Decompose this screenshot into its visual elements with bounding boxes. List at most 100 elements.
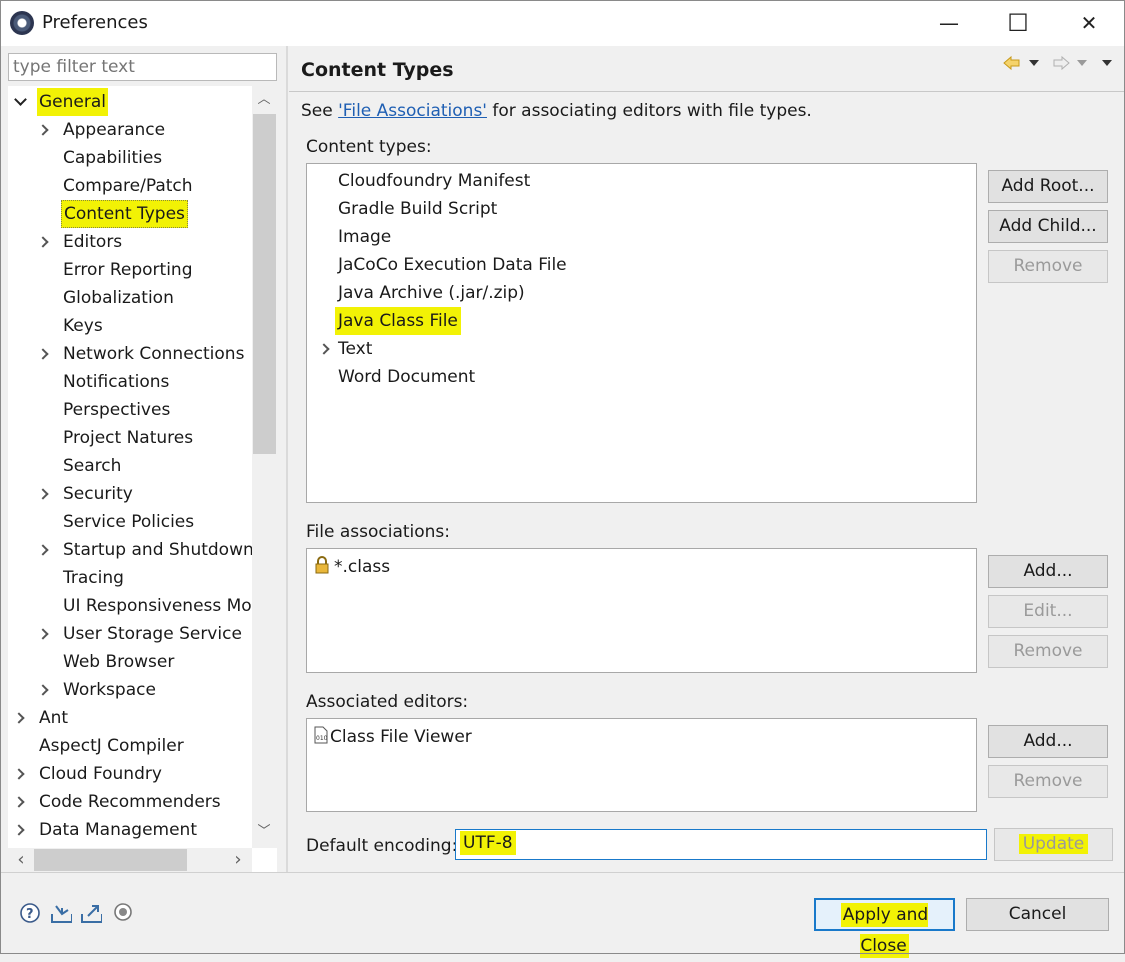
expand-chevron-icon[interactable] — [38, 236, 50, 248]
default-encoding-label: Default encoding: — [306, 836, 458, 856]
forward-dropdown-icon[interactable] — [1076, 58, 1088, 68]
svg-text:?: ? — [26, 907, 34, 922]
tree-item-label: Ant — [39, 708, 69, 728]
content-type-label: Cloudfoundry Manifest — [338, 171, 531, 191]
tree-item-label: Editors — [63, 232, 123, 252]
filter-input[interactable] — [8, 53, 277, 81]
expand-chevron-icon[interactable] — [38, 488, 50, 500]
associated-editor-item[interactable]: Class File Viewer — [330, 723, 472, 751]
apply-and-close-label: Apply and Close — [840, 903, 929, 958]
scroll-up-arrow-icon[interactable]: ︿ — [252, 88, 276, 112]
file-association-item[interactable]: *.class — [334, 553, 390, 581]
tree-item-label: Compare/Patch — [63, 176, 193, 196]
content-type-item[interactable]: Java Class File — [317, 307, 917, 335]
import-icon[interactable] — [50, 902, 72, 924]
file-associations-link[interactable]: 'File Associations' — [338, 101, 487, 121]
preference-tree[interactable]: General Appearance Capabilities Compare/Pat… — [8, 86, 277, 872]
close-button[interactable]: ✕ — [1066, 6, 1112, 40]
content-type-item[interactable]: Gradle Build Script — [317, 195, 917, 223]
expand-chevron-icon[interactable] — [38, 348, 50, 360]
edit-file-association-button[interactable]: Edit... — [988, 595, 1108, 628]
update-encoding-button[interactable]: Update — [994, 828, 1113, 861]
expand-chevron-icon[interactable] — [38, 684, 50, 696]
back-arrow-icon[interactable] — [1003, 55, 1021, 71]
cancel-button[interactable]: Cancel — [966, 898, 1109, 931]
tree-item-label: Project Natures — [63, 428, 194, 448]
content-type-item[interactable]: Text — [317, 335, 917, 363]
tree-item-label: Workspace — [63, 680, 156, 700]
page-title: Content Types — [301, 59, 454, 81]
default-encoding-input[interactable]: UTF-8 — [455, 829, 987, 860]
header-separator — [289, 91, 1125, 92]
panel-divider[interactable] — [286, 46, 288, 872]
remove-content-type-button[interactable]: Remove — [988, 250, 1108, 283]
add-editor-button[interactable]: Add... — [988, 725, 1108, 758]
tree-item-label: Startup and Shutdown — [63, 540, 254, 560]
content-type-label: Gradle Build Script — [338, 199, 498, 219]
scroll-down-arrow-icon[interactable]: ﹀ — [252, 820, 276, 844]
content-type-label: JaCoCo Execution Data File — [338, 255, 567, 275]
description-prefix: See — [301, 101, 339, 121]
page-description: See 'File Associations' for associating … — [301, 101, 812, 121]
update-button-label: Update — [1018, 834, 1089, 854]
export-icon[interactable] — [80, 902, 102, 924]
tree-item-label: Service Policies — [63, 512, 195, 532]
eclipse-app-icon — [10, 11, 34, 35]
add-file-association-button[interactable]: Add... — [988, 555, 1108, 588]
associated-editors-list[interactable]: 010 Class File Viewer — [306, 718, 977, 812]
expand-chevron-icon[interactable] — [14, 768, 26, 780]
tree-vertical-scroll-thumb[interactable] — [253, 114, 276, 454]
remove-file-association-button[interactable]: Remove — [988, 635, 1108, 668]
tree-item-label: Tracing — [63, 568, 124, 588]
svg-text:010: 010 — [316, 735, 328, 742]
associated-editors-label: Associated editors: — [306, 692, 469, 712]
expand-chevron-icon[interactable] — [14, 824, 26, 836]
maximize-button[interactable]: ☐ — [995, 6, 1041, 40]
content-type-item[interactable]: Java Archive (.jar/.zip) — [317, 279, 917, 307]
record-icon[interactable] — [113, 902, 135, 924]
expand-chevron-icon[interactable] — [38, 544, 50, 556]
tree-item-label: Keys — [63, 316, 103, 336]
content-type-item[interactable]: Cloudfoundry Manifest — [317, 167, 917, 195]
add-child-button[interactable]: Add Child... — [988, 210, 1108, 243]
tree-item-label: Web Browser — [63, 652, 175, 672]
tree-item-label: AspectJ Compiler — [39, 736, 184, 756]
content-type-item[interactable]: Image — [317, 223, 917, 251]
expand-chevron-icon[interactable] — [38, 628, 50, 640]
tree-item-label: Appearance — [63, 120, 166, 140]
back-dropdown-icon[interactable] — [1028, 58, 1040, 68]
content-type-label: Image — [338, 227, 392, 247]
expand-chevron-icon[interactable] — [14, 712, 26, 724]
content-type-label: Java Class File — [335, 307, 461, 335]
tree-item-label: User Storage Service — [63, 624, 242, 644]
apply-and-close-button[interactable]: Apply and Close — [814, 898, 955, 958]
tree-item-label: Perspectives — [63, 400, 171, 420]
tree-item-label: Network Connections — [63, 344, 245, 364]
scroll-right-arrow-icon[interactable]: › — [226, 848, 250, 872]
tree-item-label: UI Responsiveness Mor — [63, 596, 259, 616]
file-associations-list[interactable]: *.class — [306, 548, 977, 673]
tree-item-label: Notifications — [63, 372, 170, 392]
content-type-item[interactable]: Word Document — [317, 363, 917, 391]
minimize-button[interactable]: — — [926, 6, 972, 40]
tree-item-label: Security — [63, 484, 133, 504]
tree-horizontal-scroll-thumb[interactable] — [34, 849, 187, 871]
tree-item-label: Content Types — [61, 200, 188, 228]
file-associations-label: File associations: — [306, 522, 451, 542]
encoding-value: UTF-8 — [460, 831, 516, 855]
expand-chevron-icon[interactable] — [38, 124, 50, 136]
view-menu-icon[interactable] — [1101, 58, 1113, 68]
expand-chevron-icon[interactable] — [319, 343, 331, 355]
expand-chevron-icon[interactable] — [14, 796, 26, 808]
content-type-label: Java Archive (.jar/.zip) — [338, 283, 525, 303]
scroll-left-arrow-icon[interactable]: ‹ — [9, 848, 33, 872]
tree-item-label: Error Reporting — [63, 260, 193, 280]
forward-arrow-icon[interactable] — [1052, 55, 1070, 71]
tree-item-label: Code Recommenders — [39, 792, 221, 812]
remove-editor-button[interactable]: Remove — [988, 765, 1108, 798]
help-icon[interactable]: ? — [19, 902, 41, 924]
content-type-item[interactable]: JaCoCo Execution Data File — [317, 251, 917, 279]
content-types-tree[interactable]: Cloudfoundry Manifest Gradle Build Script… — [306, 163, 977, 503]
add-root-button[interactable]: Add Root... — [988, 170, 1108, 203]
collapse-chevron-icon[interactable] — [14, 96, 26, 108]
